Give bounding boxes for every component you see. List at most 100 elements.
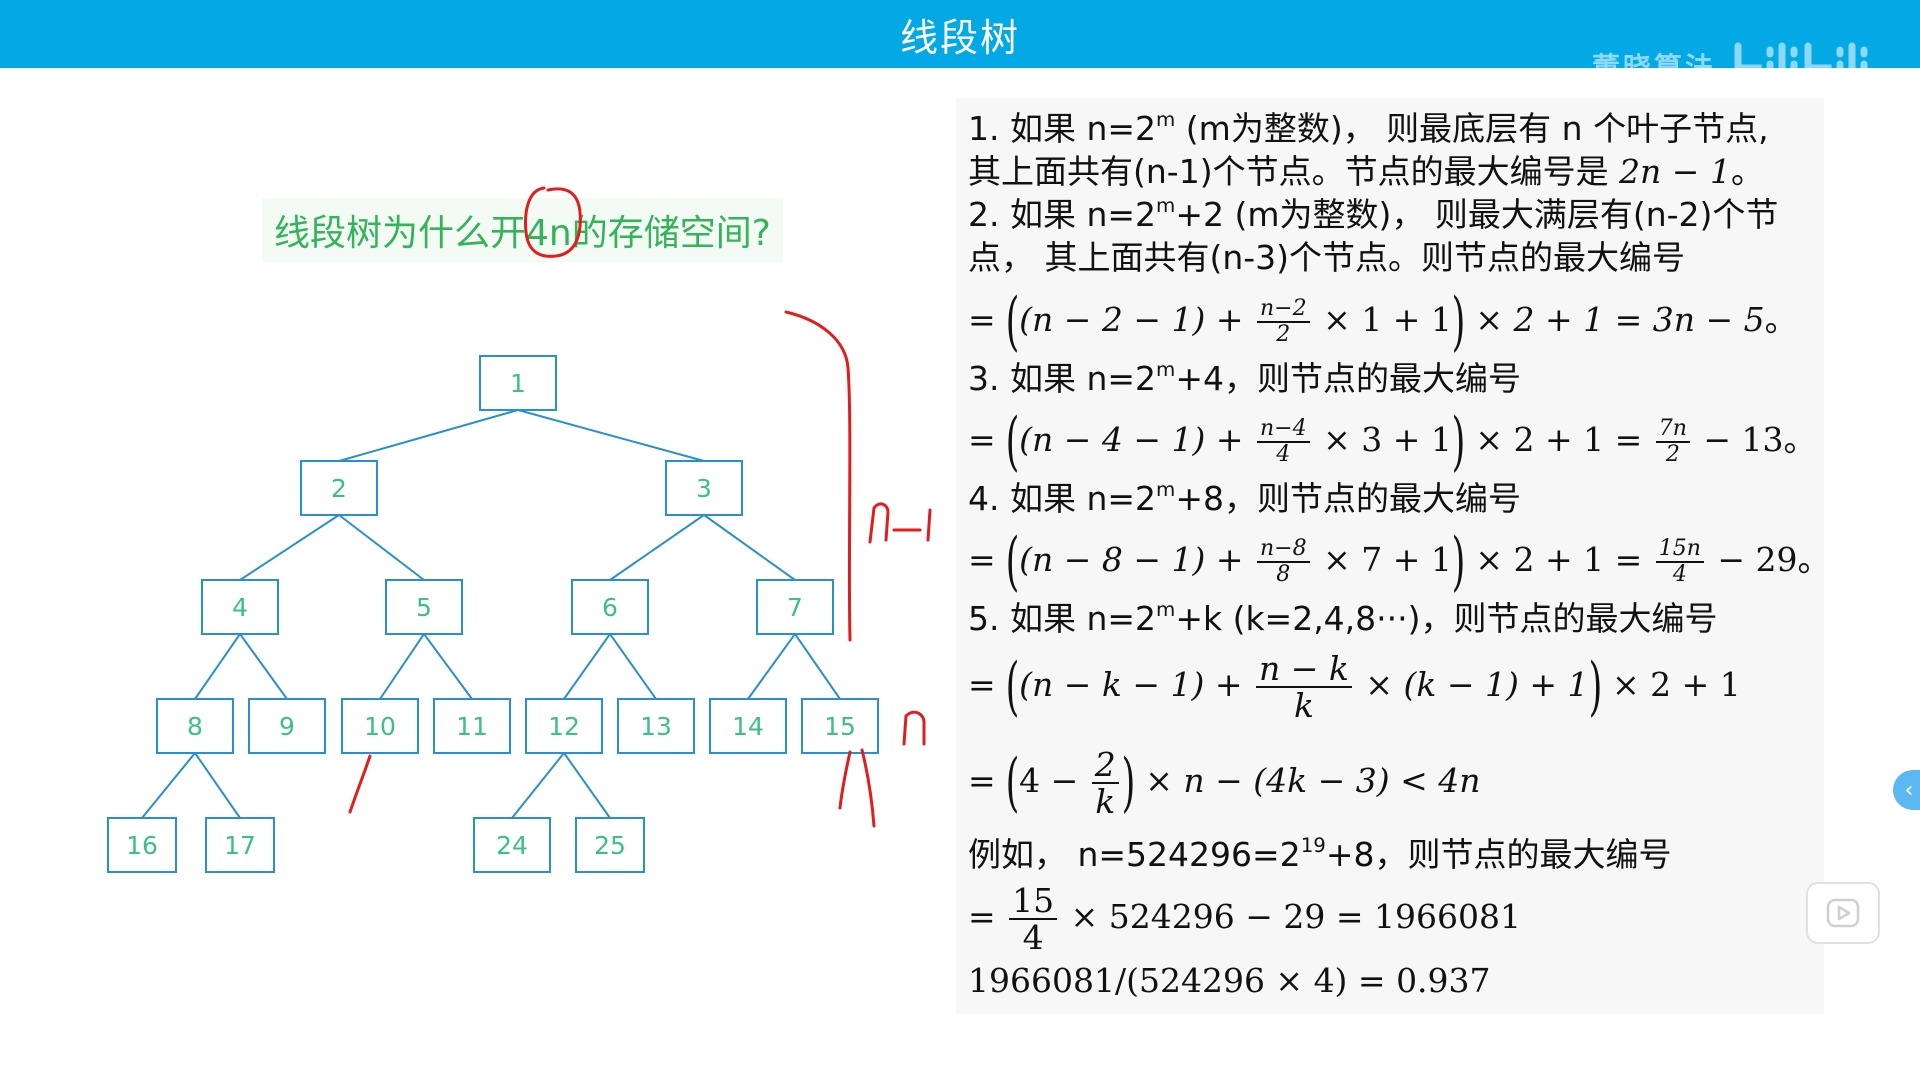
tree-edge [141,752,196,819]
tree-node-label: 24 [496,831,528,860]
tree-edge [338,409,519,462]
fraction: n − kk [1256,652,1352,722]
formula: (n − 8 − 1) + [1019,540,1254,579]
formula: × (k − 1) + 1 [1354,665,1589,704]
depth-mark-n1 [868,502,932,544]
play-icon [1826,898,1860,928]
superscript: m [1156,358,1176,382]
eq-sign: = [968,761,1007,800]
paren-left: ( [1005,746,1020,820]
tree-edge [747,633,796,700]
numerator: n−8 [1257,538,1310,563]
eq-sign: = [968,300,1007,339]
line-6: 3. 如果 n=2m+4，则节点的最大编号 [968,359,1521,398]
play-button[interactable] [1806,882,1880,944]
paren-right: ) [1451,285,1466,359]
tree-edge [194,633,241,700]
text: +8，则节点的最大编号 [1175,479,1521,518]
text: +4，则节点的最大编号 [1175,359,1521,398]
fraction: n−4 4 [1257,418,1310,466]
tree-node: 2 [300,460,378,516]
tree-node: 16 [107,817,177,873]
fraction: n−8 8 [1257,538,1310,586]
text: +8，则节点的最大编号 [1325,835,1672,874]
tree-node: 10 [341,698,419,754]
formula-line-11: = ((n − k − 1) + n − kk × (k − 1) + 1) ×… [968,652,1741,722]
formula: × 2 + 1 = [1464,540,1653,579]
formula: × n − (4k − 3) < 4n [1134,761,1481,800]
eq-sign: = [968,897,1007,936]
denominator: 4 [1022,918,1044,957]
tree-node: 4 [201,579,279,635]
tree-node-label: 5 [416,593,432,622]
text: 2. 如果 n=2 [968,195,1157,234]
tree-node: 15 [801,698,879,754]
formula: × 524296 − 29 = 1966081 [1060,897,1521,936]
tree-node-label: 25 [594,831,626,860]
tree-node-label: 3 [696,474,712,503]
paren-left: ( [1005,525,1020,599]
tick-mark-10 [348,754,372,814]
numerator: n − k [1256,652,1352,688]
leaf-mark-n [902,710,926,746]
tree-node: 7 [756,579,834,635]
text: 。 [1783,420,1817,459]
text: (m为整数)， 则最底层有 n 个叶子节点, [1175,109,1769,148]
tree-node: 17 [205,817,275,873]
formula: 2n − 1 [1619,152,1731,191]
denominator: 4 [1672,562,1687,587]
watermark-text: 董晓算法 [1591,51,1716,84]
tree-edge [379,633,425,700]
tree-edge [609,633,657,700]
tree-node: 8 [156,698,234,754]
tree-node: 6 [571,579,649,635]
formula: × 2 + 1 = 3n − 5 [1464,300,1765,339]
tick-mark-15a [838,750,852,810]
tree-node-label: 15 [824,712,856,741]
text: +2 (m为整数)， 则最大满层有(n-2)个节 [1175,195,1779,234]
formula-line-7: = ((n − 4 − 1) + n−4 4 × 3 + 1) × 2 + 1 =… [968,410,1817,474]
tree-node: 1 [479,355,557,411]
tree-edge [338,514,425,581]
tree-node-label: 6 [602,593,618,622]
tree-node-label: 1 [510,369,526,398]
text: 例如， n=524296=2 [968,835,1301,874]
tree-node-label: 8 [187,712,203,741]
formula: (n − 2 − 1) + [1019,300,1254,339]
tree-node-label: 12 [548,712,580,741]
tree-node-label: 14 [732,712,764,741]
text: 5. 如果 n=2 [968,599,1157,638]
formula: − 29 [1706,540,1798,579]
tree-node: 13 [617,698,695,754]
text: 。 [1797,540,1831,579]
text: 3. 如果 n=2 [968,359,1157,398]
tree-node-label: 7 [787,593,803,622]
line-15: 1966081/(524296 × 4) = 0.937 [968,964,1491,997]
text: 。 [1730,152,1764,191]
eq-sign: = [968,665,1007,704]
fraction: 15n 4 [1655,538,1704,587]
formula: × 2 + 1 = [1464,420,1653,459]
fraction: 7n 2 [1655,418,1690,466]
tree-node: 11 [433,698,511,754]
line-10: 5. 如果 n=2m+k (k=2,4,8···)，则节点的最大编号 [968,599,1718,638]
paren-left: ( [1005,285,1020,359]
formula: × 2 + 1 [1601,665,1741,704]
tree-node: 14 [709,698,787,754]
formula-line-14: = 15 4 × 524296 − 29 = 1966081 [968,884,1521,954]
collapse-side-button[interactable]: ‹ [1893,770,1920,810]
tree-edge [194,752,241,819]
text: 其上面共有(n-1)个节点。节点的最大编号是 [968,152,1620,191]
line-1: 1. 如果 n=2m (m为整数)， 则最底层有 n 个叶子节点, [968,109,1769,148]
paren-left: ( [1005,405,1020,479]
denominator: 4 [1276,442,1291,467]
segment-tree-diagram: 12 34 5 6 78 9 10 11 12 13 14 1516 17 24 25 [107,186,932,873]
watermark: 董晓算法 [1592,40,1880,92]
text: 。 [1764,300,1798,339]
numerator: n−4 [1257,418,1310,443]
line-4: 点， 其上面共有(n-3)个节点。则节点的最大编号 [968,241,1685,274]
circle-annotation [524,186,582,258]
line-3: 2. 如果 n=2m+2 (m为整数)， 则最大满层有(n-2)个节 [968,195,1779,234]
superscript: m [1156,108,1176,132]
numerator: n−2 [1257,298,1310,323]
